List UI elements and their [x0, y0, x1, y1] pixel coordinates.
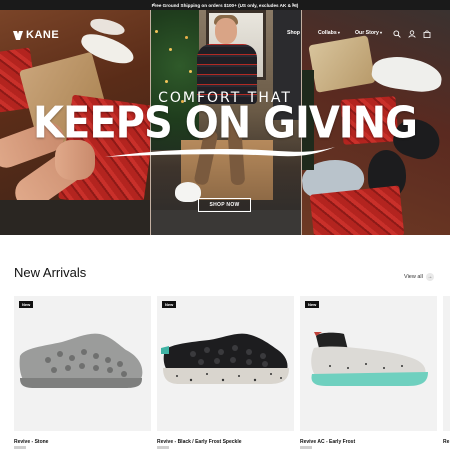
nav-shop[interactable]: Shop — [287, 30, 300, 36]
view-all-link[interactable]: View all → — [404, 273, 434, 281]
header-icons — [393, 30, 433, 40]
product-card-partial[interactable] — [443, 296, 450, 431]
announcement-bar: ‹ Free Ground Shipping on orders $100+ (… — [0, 0, 450, 10]
product-name[interactable]: Revive - Stone — [14, 439, 48, 445]
arrow-right-icon: → — [425, 273, 434, 281]
new-arrivals-heading: New Arrivals — [14, 265, 87, 280]
swoosh-decoration — [105, 147, 335, 157]
product-image-shoe — [161, 333, 289, 384]
hero-title: KEEPS ON GIVING — [33, 97, 418, 149]
chevron-down-icon: ▾ — [378, 30, 383, 35]
account-icon[interactable] — [408, 30, 416, 38]
product-card[interactable]: New — [14, 296, 151, 431]
product-image-shoe — [19, 333, 143, 388]
shop-now-button[interactable]: SHOP NOW — [198, 198, 251, 212]
product-price — [14, 446, 26, 449]
product-image-shoe — [311, 332, 428, 386]
product-price — [157, 446, 169, 449]
kane-logo-icon — [13, 30, 23, 40]
search-icon[interactable] — [393, 30, 401, 38]
chevron-down-icon: ▾ — [336, 30, 340, 35]
product-card[interactable]: New — [157, 296, 294, 431]
hero-banner: KANE Shop Collabs ▾ Our Story ▾ COMFORT … — [0, 10, 450, 235]
cart-icon[interactable] — [423, 30, 431, 38]
product-name-partial[interactable]: Re — [443, 439, 449, 445]
logo-text: KANE — [26, 29, 60, 41]
chevron-right-icon[interactable]: › — [292, 1, 294, 9]
chevron-left-icon[interactable]: ‹ — [153, 1, 155, 9]
kane-logo[interactable]: KANE — [13, 29, 59, 41]
product-name[interactable]: Revive - Black / Early Frost Speckle — [157, 439, 242, 445]
product-card[interactable]: New — [300, 296, 437, 431]
product-name[interactable]: Revive AC - Early Frost — [300, 439, 355, 445]
announcement-text[interactable]: Free Ground Shipping on orders $100+ (US… — [152, 3, 299, 8]
nav-collabs[interactable]: Collabs ▾ — [318, 30, 340, 36]
nav-our-story[interactable]: Our Story ▾ — [355, 30, 382, 36]
product-price — [300, 446, 312, 449]
